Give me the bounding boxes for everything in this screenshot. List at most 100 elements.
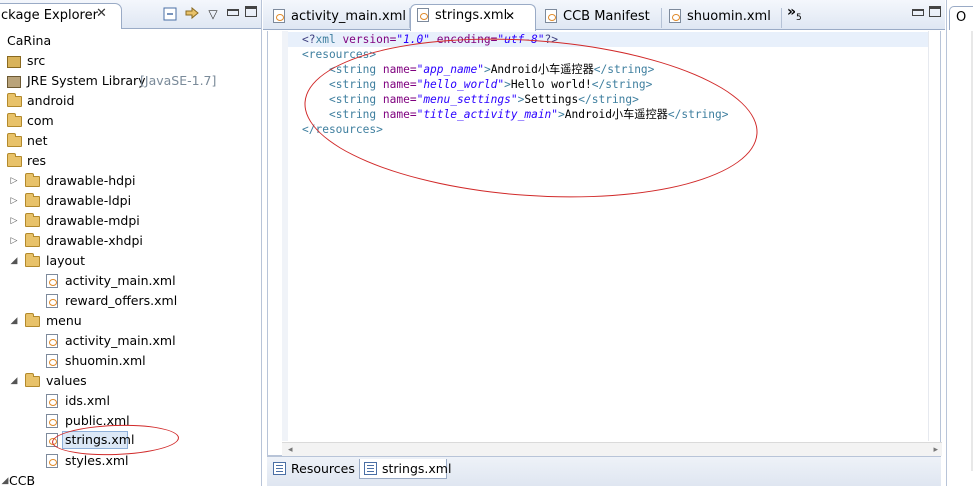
tab-outline[interactable]: O — [949, 6, 973, 30]
collapse-all-icon[interactable] — [163, 7, 177, 21]
maximize-icon[interactable] — [929, 6, 941, 17]
tree-item-label: android — [27, 93, 75, 108]
tree-item-ids[interactable]: ids.xml — [0, 391, 261, 411]
tab-overflow-button[interactable]: » 5 — [787, 3, 807, 27]
folder-icon — [25, 193, 40, 207]
tree-item-label: drawable-mdpi — [46, 213, 140, 228]
tree-item-values[interactable]: ◢ values — [0, 371, 261, 391]
overview-ruler — [928, 31, 940, 441]
xml-file-icon — [669, 9, 681, 23]
package-explorer-tabbar: ckage Explorer ✕ ▽ — [0, 0, 261, 29]
xml-file-icon — [273, 9, 285, 23]
package-explorer-title: ckage Explorer — [1, 8, 98, 23]
tree-item-label: com — [27, 113, 54, 128]
tree-item-shuomin[interactable]: shuomin.xml — [0, 351, 261, 371]
tree-item-label: values — [46, 373, 87, 388]
tab-activity-main[interactable]: activity_main.xml — [267, 6, 407, 30]
xml-file-icon — [46, 294, 58, 308]
tree-item-label: JRE System Library — [27, 73, 146, 88]
package-explorer-tab[interactable]: ckage Explorer ✕ — [0, 3, 122, 29]
tab-label: shuomin.xml — [687, 9, 771, 24]
tab-label: CCB Manifest — [563, 9, 650, 24]
tree-item-label: src — [27, 53, 46, 68]
tab-separator — [781, 8, 782, 28]
close-icon[interactable]: ✕ — [505, 5, 515, 27]
folder-icon — [7, 113, 22, 127]
scroll-right-icon[interactable]: ▸ — [933, 445, 938, 455]
tree-item-menu-activity-main[interactable]: activity_main.xml — [0, 331, 261, 351]
tree-item-label: layout — [46, 253, 86, 268]
tree-item-label: activity_main.xml — [65, 333, 176, 348]
tab-strings-source[interactable]: strings.xml — [359, 459, 451, 479]
open-folder-icon — [25, 313, 40, 327]
tree-item-layout[interactable]: ◢ layout — [0, 251, 261, 271]
tree-item-menu[interactable]: ◢ menu — [0, 311, 261, 331]
tree-item-res[interactable]: res — [0, 151, 261, 171]
tree-item-drawable-ldpi[interactable]: ▷ drawable-ldpi — [0, 191, 261, 211]
tab-shuomin[interactable]: shuomin.xml — [663, 6, 779, 30]
minimize-icon[interactable] — [227, 9, 239, 16]
tree-item-project[interactable]: CaRina — [0, 31, 261, 51]
tree-item-label: drawable-ldpi — [46, 193, 132, 208]
expand-arrow-icon[interactable]: ▷ — [9, 191, 19, 211]
xml-file-icon — [364, 462, 377, 475]
tree-item-label: shuomin.xml — [65, 353, 146, 368]
tree-item-layout-activity-main[interactable]: activity_main.xml — [0, 271, 261, 291]
tree-item-label: drawable-hdpi — [46, 173, 136, 188]
folder-icon — [7, 93, 22, 107]
package-explorer-panel: ckage Explorer ✕ ▽ CaRina src JRE System… — [0, 0, 262, 486]
overflow-count: 5 — [796, 13, 802, 23]
scroll-left-icon[interactable]: ◂ — [288, 445, 293, 455]
tree-item-styles[interactable]: styles.xml — [0, 451, 261, 471]
library-icon — [7, 76, 21, 88]
tree-item-label: activity_main.xml — [65, 273, 176, 288]
tab-separator — [661, 8, 662, 28]
tree-item-com[interactable]: com — [0, 111, 261, 131]
tree-item-reward-offers[interactable]: reward_offers.xml — [0, 291, 261, 311]
tree-item-jre[interactable]: JRE System Library [JavaSE-1.7] — [0, 71, 261, 91]
tree-item-label: drawable-xhdpi — [46, 233, 143, 248]
tree-item-label: styles.xml — [65, 453, 129, 468]
tree-item-src[interactable]: src — [0, 51, 261, 71]
editor-tabbar: activity_main.xml strings.xml ✕ CCB Mani… — [263, 0, 945, 31]
tree-item-drawable-xhdpi[interactable]: ▷ drawable-xhdpi — [0, 231, 261, 251]
tree-item-drawable-hdpi[interactable]: ▷ drawable-hdpi — [0, 171, 261, 191]
tree-item-label: CaRina — [7, 33, 52, 48]
tab-resources[interactable]: Resources — [269, 459, 357, 479]
xml-source-editor[interactable]: <?xml version="1.0" encoding="utf-8"?> <… — [267, 24, 942, 456]
tree-item-label: reward_offers.xml — [65, 293, 178, 308]
maximize-icon[interactable] — [245, 6, 257, 17]
view-menu-icon[interactable]: ▽ — [206, 7, 220, 21]
close-icon[interactable]: ✕ — [96, 6, 107, 21]
tree-item-drawable-mdpi[interactable]: ▷ drawable-mdpi — [0, 211, 261, 231]
tree-item-ccb[interactable]: ◢ CCB — [0, 471, 261, 486]
tree-item-android[interactable]: android — [0, 91, 261, 111]
tab-label: Resources — [291, 461, 355, 476]
tree-item-label: menu — [46, 313, 82, 328]
tab-label: strings.xml — [382, 461, 452, 476]
xml-file-icon — [46, 274, 58, 288]
outline-panel: O — [946, 0, 973, 486]
source-folder-icon — [7, 56, 21, 68]
token: xml — [315, 33, 336, 46]
expand-arrow-icon[interactable]: ▷ — [9, 171, 19, 191]
minimize-icon[interactable] — [912, 9, 924, 16]
folder-icon — [25, 233, 40, 247]
open-folder-icon — [25, 253, 40, 267]
expand-arrow-icon[interactable]: ▷ — [9, 231, 19, 251]
tab-ccb-manifest[interactable]: CCB Manifest — [539, 6, 667, 30]
collapse-arrow-icon[interactable]: ◢ — [9, 311, 19, 331]
tree-item-label: ids.xml — [65, 393, 110, 408]
tab-label: strings.xml — [435, 8, 508, 23]
tree-item-label: net — [27, 133, 48, 148]
xml-file-icon — [46, 454, 58, 468]
expand-arrow-icon[interactable]: ▷ — [9, 211, 19, 231]
tab-strings[interactable]: strings.xml ✕ — [410, 4, 536, 31]
horizontal-scrollbar[interactable]: ◂ ▸ — [282, 442, 942, 456]
tab-label: activity_main.xml — [291, 9, 407, 24]
collapse-arrow-icon[interactable]: ◢ — [9, 371, 19, 391]
folder-icon — [25, 213, 40, 227]
link-editor-icon[interactable] — [184, 6, 199, 21]
tree-item-net[interactable]: net — [0, 131, 261, 151]
collapse-arrow-icon[interactable]: ◢ — [9, 251, 19, 271]
